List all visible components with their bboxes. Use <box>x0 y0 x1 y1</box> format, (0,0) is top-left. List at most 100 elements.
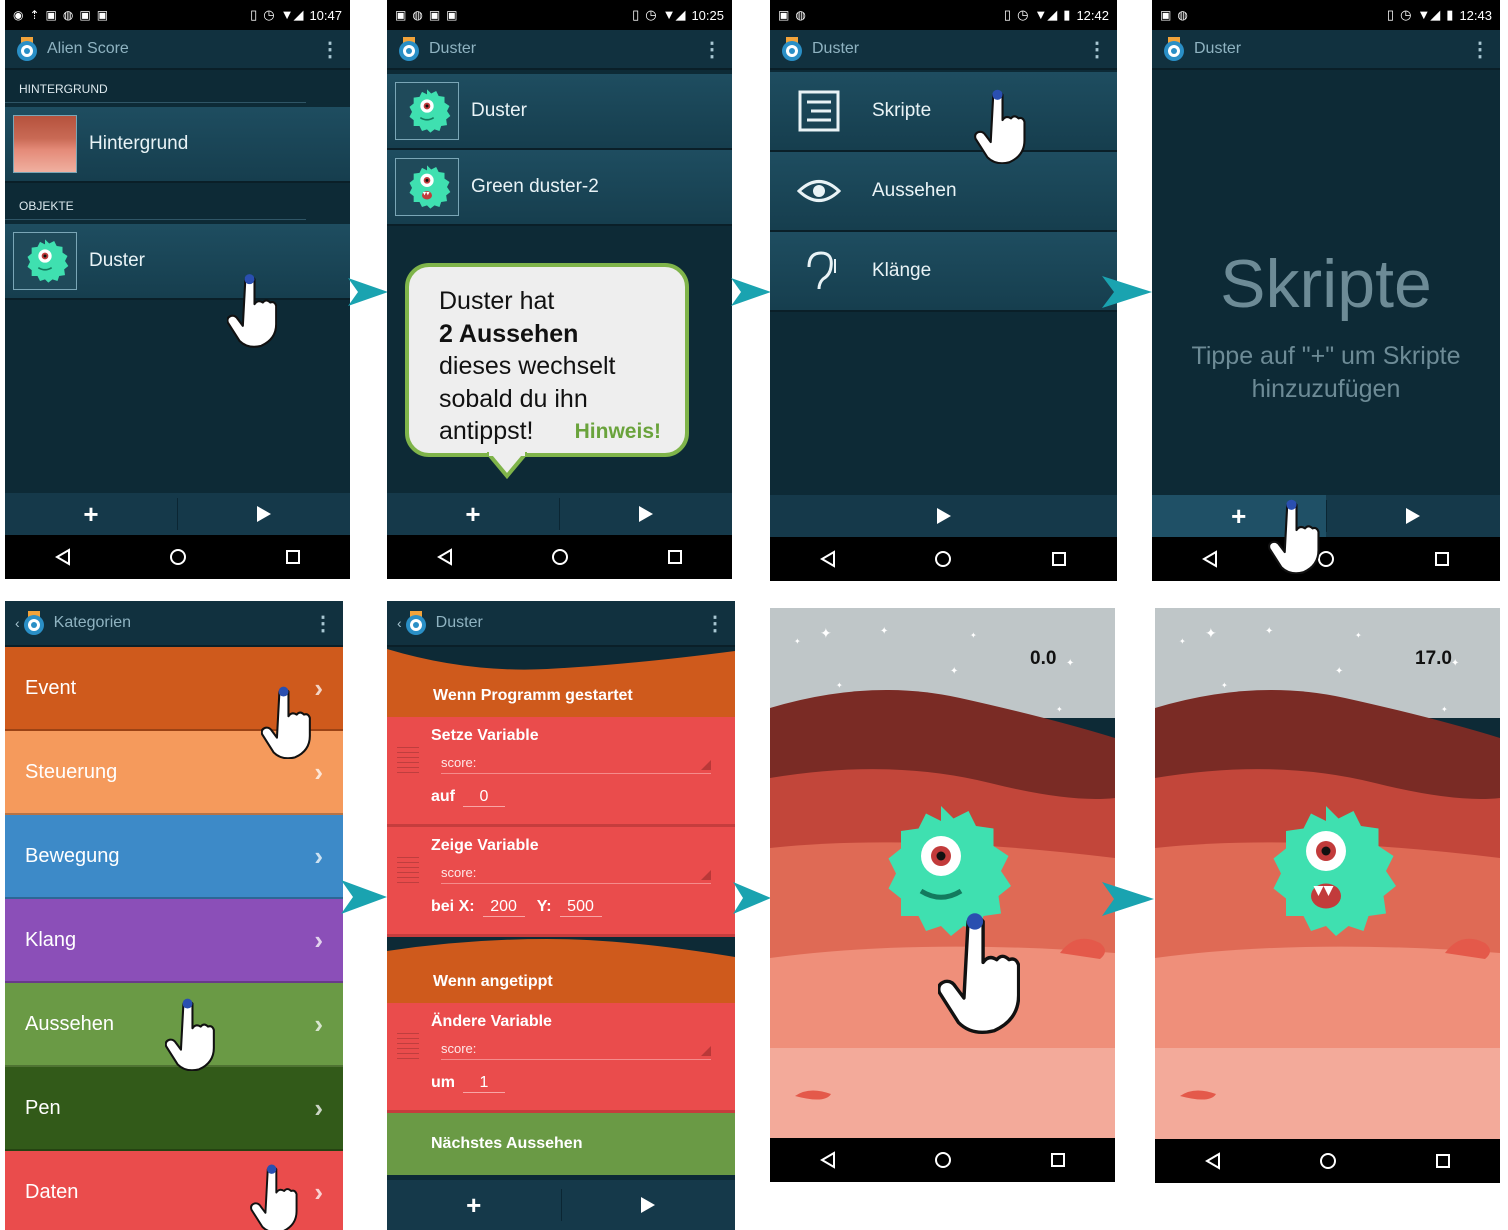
overflow-menu-icon[interactable]: ⋮ <box>705 611 725 636</box>
category-klang[interactable]: Klang › <box>5 899 343 983</box>
system-nav-bar <box>5 535 350 579</box>
play-icon <box>639 506 653 522</box>
home-icon[interactable] <box>1319 1152 1337 1170</box>
bubble-hint-label: Hinweis! <box>574 419 661 443</box>
category-label: Event <box>25 676 77 699</box>
recents-icon[interactable] <box>1050 550 1068 568</box>
add-button[interactable]: + <box>5 493 177 535</box>
empty-state-hint: Tippe auf "+" um Skripte hinzuzufügen <box>1191 342 1461 403</box>
brick-label: Zeige Variable <box>431 837 539 854</box>
plus-icon: + <box>83 498 99 529</box>
look-item-duster[interactable]: Duster <box>387 74 732 150</box>
menu-item-scripts[interactable]: Skripte <box>770 72 1117 152</box>
tap-hand-icon <box>261 685 311 759</box>
y-value-field[interactable]: 500 <box>559 898 602 917</box>
variable-dropdown[interactable]: score: <box>441 755 711 774</box>
catrobat-logo-icon <box>397 37 421 61</box>
overflow-menu-icon[interactable]: ⋮ <box>313 611 333 636</box>
plus-icon: + <box>466 1189 482 1220</box>
svg-text:✦: ✦ <box>836 681 843 690</box>
variable-dropdown[interactable]: score: <box>441 865 711 884</box>
plus-icon: + <box>465 498 481 529</box>
play-button[interactable] <box>770 495 1117 537</box>
recents-icon[interactable] <box>1049 1151 1067 1169</box>
change-variable-brick[interactable]: Ändere Variable score: um 1 <box>387 1003 735 1113</box>
back-chevron-icon[interactable]: ‹ <box>15 615 20 631</box>
back-icon[interactable] <box>819 1151 837 1169</box>
variable-dropdown[interactable]: score: <box>441 1041 711 1060</box>
overflow-menu-icon[interactable]: ⋮ <box>702 37 722 62</box>
variable-name: score: <box>441 865 477 880</box>
back-icon[interactable] <box>1201 550 1219 568</box>
menu-item-sounds[interactable]: Klänge <box>770 232 1117 312</box>
brick-label: Ändere Variable <box>431 1013 552 1030</box>
look-thumbnail <box>395 158 459 216</box>
menu-item-looks[interactable]: Aussehen <box>770 152 1117 232</box>
catrobat-logo-icon <box>404 611 428 635</box>
home-icon[interactable] <box>169 548 187 566</box>
play-button[interactable] <box>562 1180 736 1230</box>
x-value-field[interactable]: 200 <box>482 898 525 917</box>
object-item-duster[interactable]: Duster <box>5 224 350 300</box>
back-icon[interactable] <box>1204 1152 1222 1170</box>
status-time: 10:25 <box>691 7 724 23</box>
status-time: 10:47 <box>309 7 342 23</box>
back-icon[interactable] <box>819 550 837 568</box>
svg-text:✦: ✦ <box>1335 666 1343 677</box>
duster-sprite-open-mouth[interactable] <box>1251 796 1401 946</box>
section-background-label: HINTERGRUND <box>5 70 306 103</box>
app-title: Duster <box>812 40 860 57</box>
play-button[interactable] <box>178 493 350 535</box>
show-variable-brick[interactable]: Zeige Variable score: bei X: 200 Y: 500 <box>387 827 735 937</box>
app-title: Duster <box>1194 40 1242 57</box>
value-field[interactable]: 0 <box>463 788 505 807</box>
category-pen[interactable]: Pen › <box>5 1067 343 1151</box>
set-variable-brick[interactable]: Setze Variable score: auf 0 <box>387 717 735 827</box>
home-icon[interactable] <box>934 1151 952 1169</box>
recents-icon[interactable] <box>1434 1152 1452 1170</box>
catrobat-logo-icon <box>780 37 804 61</box>
chevron-right-icon: › <box>314 756 323 787</box>
add-button[interactable]: + <box>387 493 559 535</box>
recents-icon[interactable] <box>284 548 302 566</box>
recents-icon[interactable] <box>1433 550 1451 568</box>
app-bar: Duster ⋮ <box>1152 30 1500 70</box>
svg-text:✦: ✦ <box>1066 658 1074 669</box>
category-bewegung[interactable]: Bewegung › <box>5 815 343 899</box>
dropdown-icon <box>701 1046 711 1056</box>
svg-text:✦: ✦ <box>970 631 977 640</box>
status-bar: ▣ ◍ ▯ ◷ ▼◢ ▮ 12:42 <box>770 0 1117 30</box>
back-icon[interactable] <box>436 548 454 566</box>
back-chevron-icon[interactable]: ‹ <box>397 615 402 631</box>
svg-text:✦: ✦ <box>1221 681 1228 690</box>
monster-open-mouth-icon <box>402 162 452 212</box>
brick-label: Setze Variable <box>431 727 539 744</box>
value-field[interactable]: 1 <box>463 1074 505 1093</box>
svg-text:✦: ✦ <box>820 625 832 641</box>
when-tapped-brick[interactable]: Wenn angetippt <box>387 937 735 1003</box>
add-button[interactable]: + <box>387 1180 561 1230</box>
overflow-menu-icon[interactable]: ⋮ <box>1087 37 1107 62</box>
background-item[interactable]: Hintergrund <box>5 107 350 183</box>
svg-text:✦: ✦ <box>1355 631 1362 640</box>
bubble-tail <box>487 452 527 480</box>
play-button[interactable] <box>560 493 732 535</box>
next-look-brick[interactable]: Nächstes Aussehen <box>387 1113 735 1175</box>
play-button[interactable] <box>1327 495 1501 537</box>
background-item-label: Hintergrund <box>89 133 189 154</box>
overflow-menu-icon[interactable]: ⋮ <box>1470 37 1490 62</box>
when-program-started-brick[interactable]: Wenn Programm gestartet <box>387 649 735 717</box>
screen-scripts-empty: ▣ ◍ ▯ ◷ ▼◢ ▮ 12:43 Duster ⋮ Skripte Tippe auf… <box>1152 0 1500 581</box>
chevron-right-icon: › <box>314 1176 323 1207</box>
app-bar: Duster ⋮ <box>387 30 732 70</box>
back-icon[interactable] <box>54 548 72 566</box>
home-icon[interactable] <box>934 550 952 568</box>
home-icon[interactable] <box>551 548 569 566</box>
app-title: Duster <box>429 40 477 57</box>
overflow-menu-icon[interactable]: ⋮ <box>320 37 340 62</box>
system-nav-bar <box>1152 537 1500 581</box>
recents-icon[interactable] <box>666 548 684 566</box>
bottom-actions: + <box>387 1180 735 1230</box>
app-title: Alien Score <box>47 40 129 57</box>
look-item-green-duster-2[interactable]: Green duster-2 <box>387 150 732 226</box>
